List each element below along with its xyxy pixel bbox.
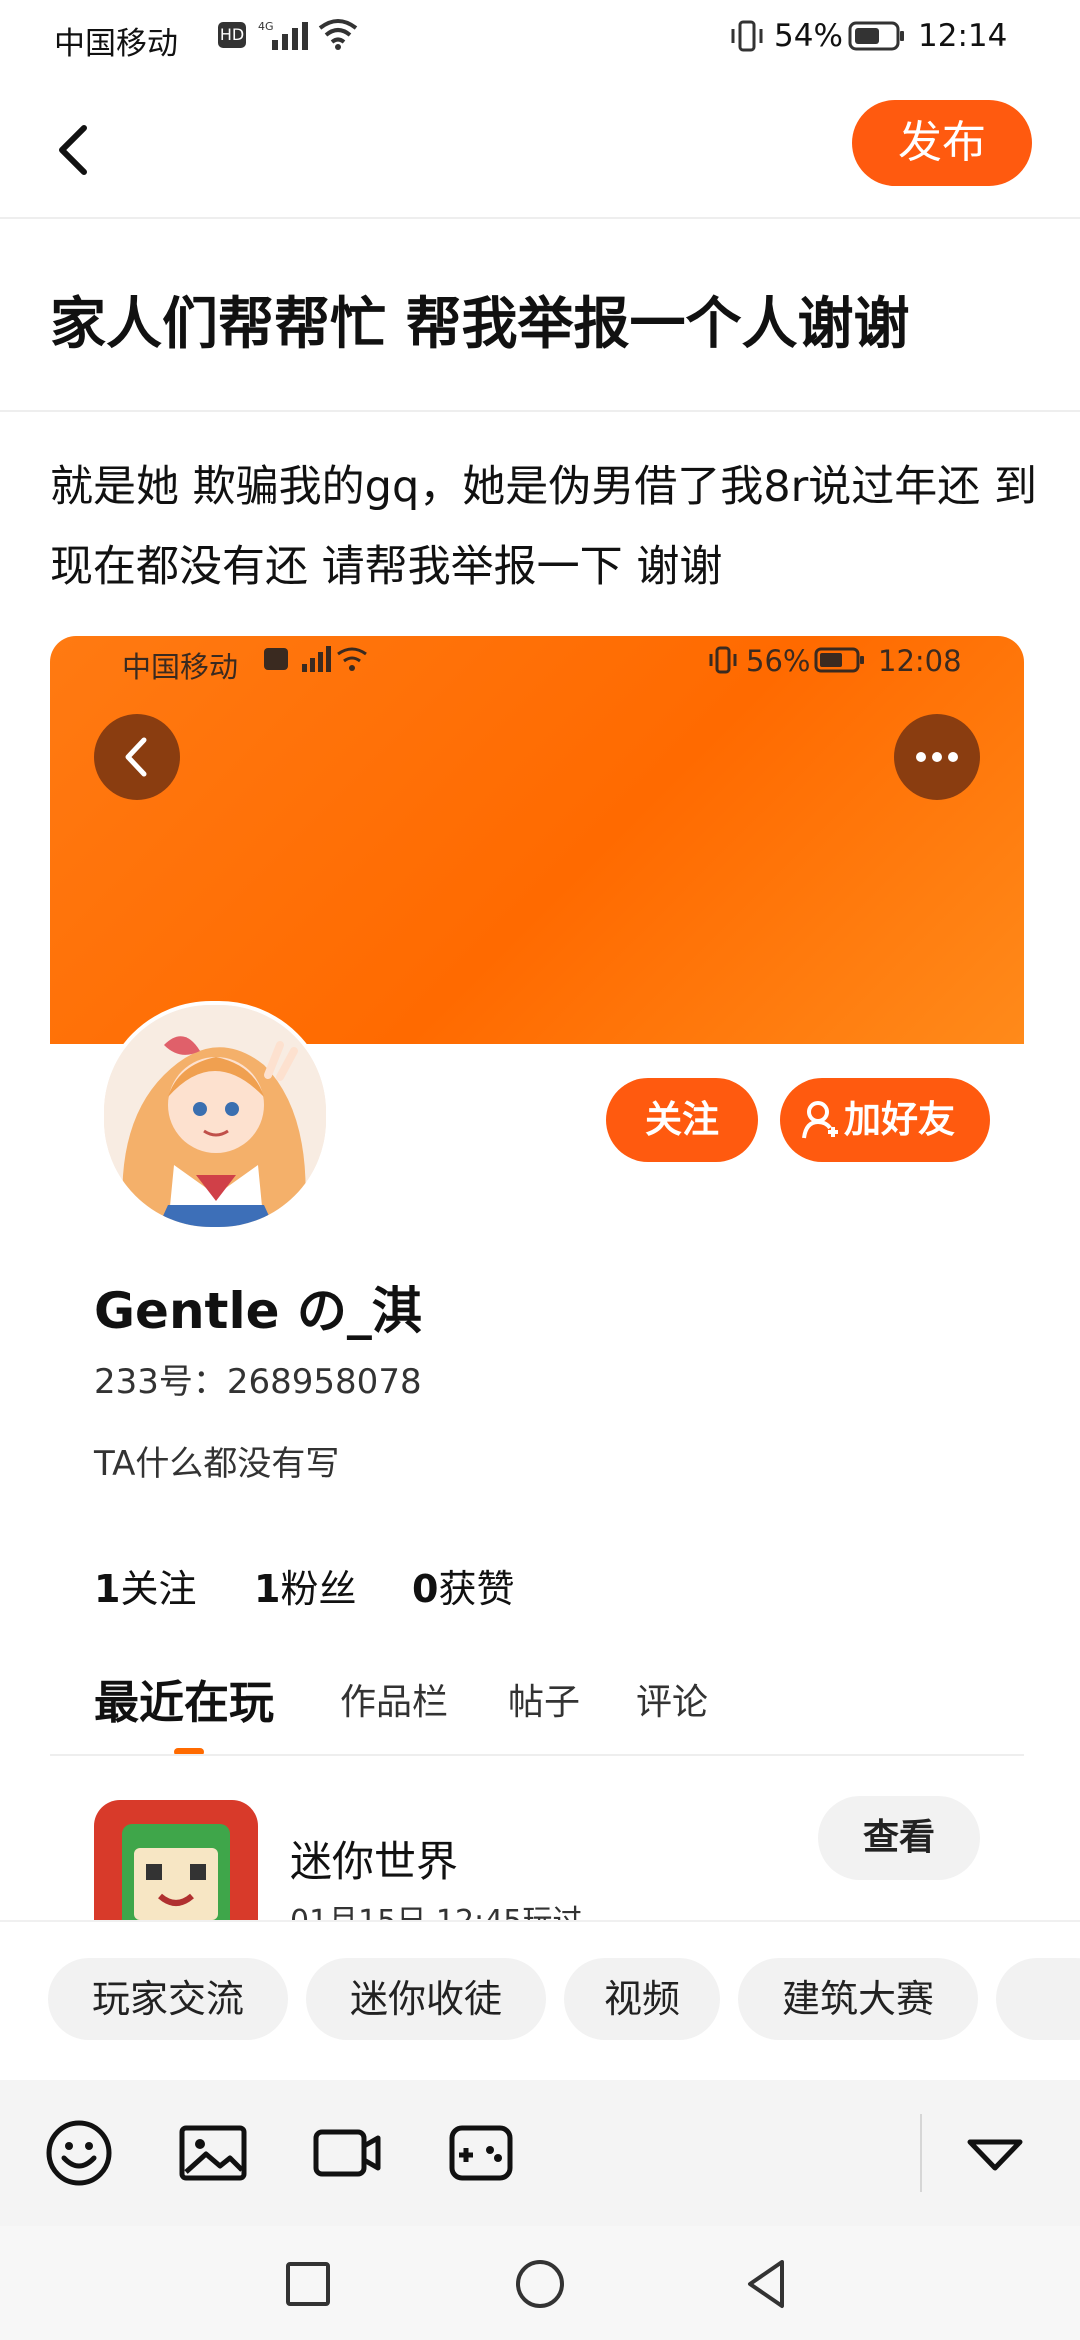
status-bar: 中国移动 HD 4G 54% 12:14 bbox=[0, 0, 1080, 80]
topic-chips: 玩家交流 迷你收徒 视频 建筑大赛 bbox=[0, 1920, 1080, 2082]
follow-button[interactable]: 关注 bbox=[606, 1078, 758, 1162]
embedded-hd-icon bbox=[264, 648, 288, 670]
topic-chip[interactable]: 迷你收徒 bbox=[306, 1958, 546, 2040]
more-icon bbox=[916, 752, 958, 762]
tab-works[interactable]: 作品栏 bbox=[340, 1673, 448, 1725]
profile-username: Gentle の_淇 bbox=[94, 1282, 422, 1340]
embedded-clock: 12:08 bbox=[878, 644, 962, 678]
embedded-battery-icon bbox=[814, 647, 864, 673]
tab-posts[interactable]: 帖子 bbox=[508, 1673, 580, 1725]
video-icon[interactable] bbox=[312, 2118, 382, 2188]
stat-following[interactable]: 1关注 bbox=[94, 1558, 196, 1613]
profile-banner: 中国移动 56% 12:08 bbox=[50, 636, 1024, 1044]
collapse-triangle-icon[interactable] bbox=[960, 2118, 1030, 2188]
stat-label: 粉丝 bbox=[280, 1567, 357, 1611]
vibrate-icon bbox=[731, 20, 763, 52]
game-name: 迷你世界 bbox=[290, 1837, 459, 1886]
embedded-carrier-label: 中国移动 bbox=[122, 650, 239, 684]
topic-chip-overflow[interactable] bbox=[996, 1958, 1080, 2040]
editor-toolbar bbox=[0, 2080, 1080, 2226]
image-icon[interactable] bbox=[178, 2118, 248, 2188]
title-divider bbox=[0, 410, 1080, 412]
embedded-signal-wifi-icon bbox=[302, 646, 367, 672]
view-game-button[interactable]: 查看 bbox=[818, 1796, 980, 1880]
topic-chip[interactable]: 视频 bbox=[564, 1958, 720, 2040]
battery-icon bbox=[848, 21, 904, 51]
embedded-back-icon bbox=[125, 737, 147, 777]
add-friend-label: 加好友 bbox=[844, 1098, 955, 1141]
add-friend-button[interactable]: 加好友 bbox=[780, 1078, 990, 1162]
top-bar: 发布 bbox=[0, 80, 1080, 219]
home-icon[interactable] bbox=[514, 2258, 566, 2310]
topic-chip[interactable]: 玩家交流 bbox=[48, 1958, 288, 2040]
stat-label: 获赞 bbox=[438, 1567, 515, 1611]
game-icon[interactable] bbox=[94, 1800, 258, 1920]
battery-percent: 54% bbox=[774, 18, 843, 54]
embedded-battery-percent: 56% bbox=[746, 644, 811, 678]
post-body[interactable]: 就是她 欺骗我的gq，她是伪男借了我8r说过年还 到现在都没有还 请帮我举报一下… bbox=[50, 447, 1040, 607]
avatar[interactable] bbox=[100, 1001, 330, 1231]
system-navigation-bar bbox=[0, 2226, 1080, 2340]
stat-fans[interactable]: 1粉丝 bbox=[254, 1558, 356, 1613]
back-icon[interactable] bbox=[44, 110, 104, 190]
embedded-more-button[interactable] bbox=[894, 714, 980, 800]
publish-button[interactable]: 发布 bbox=[852, 100, 1032, 186]
stat-count: 1 bbox=[254, 1567, 281, 1611]
embedded-back-button[interactable] bbox=[94, 714, 180, 800]
clock: 12:14 bbox=[918, 18, 1008, 54]
hd-icon: HD bbox=[218, 22, 246, 48]
tab-comments[interactable]: 评论 bbox=[636, 1673, 708, 1725]
topic-chip[interactable]: 建筑大赛 bbox=[738, 1958, 978, 2040]
signal-icon: 4G bbox=[258, 20, 308, 50]
stat-count: 0 bbox=[412, 1567, 439, 1611]
anime-girl-avatar-image bbox=[104, 1005, 326, 1227]
embedded-vibrate-icon bbox=[709, 646, 737, 674]
wifi-icon bbox=[318, 19, 358, 50]
stat-likes[interactable]: 0获赞 bbox=[412, 1558, 514, 1613]
profile-account-id: 233号：268958078 bbox=[94, 1362, 422, 1402]
attached-screenshot[interactable]: 中国移动 56% 12:08 关注 加好友 Gentle の_淇 233号：26… bbox=[50, 636, 1024, 1920]
emoji-icon[interactable] bbox=[44, 2118, 114, 2188]
post-title[interactable]: 家人们帮帮忙 帮我举报一个人谢谢 bbox=[50, 285, 1050, 365]
svg-text:4G: 4G bbox=[258, 20, 274, 33]
stat-count: 1 bbox=[94, 1567, 121, 1611]
recent-apps-icon[interactable] bbox=[284, 2260, 332, 2308]
stat-label: 关注 bbox=[120, 1567, 197, 1611]
mini-world-game-icon bbox=[94, 1800, 258, 1920]
add-user-icon bbox=[802, 1101, 838, 1139]
tab-divider bbox=[50, 1754, 1024, 1756]
game-last-played: 01月15日 12:45玩过 bbox=[290, 1896, 582, 1920]
tab-recently-played[interactable]: 最近在玩 bbox=[94, 1666, 274, 1731]
system-back-icon[interactable] bbox=[742, 2258, 794, 2310]
profile-bio: TA什么都没有写 bbox=[94, 1444, 340, 1484]
toolbar-divider bbox=[920, 2114, 922, 2192]
carrier-label: 中国移动 bbox=[54, 26, 178, 62]
game-controller-icon[interactable] bbox=[446, 2118, 516, 2188]
